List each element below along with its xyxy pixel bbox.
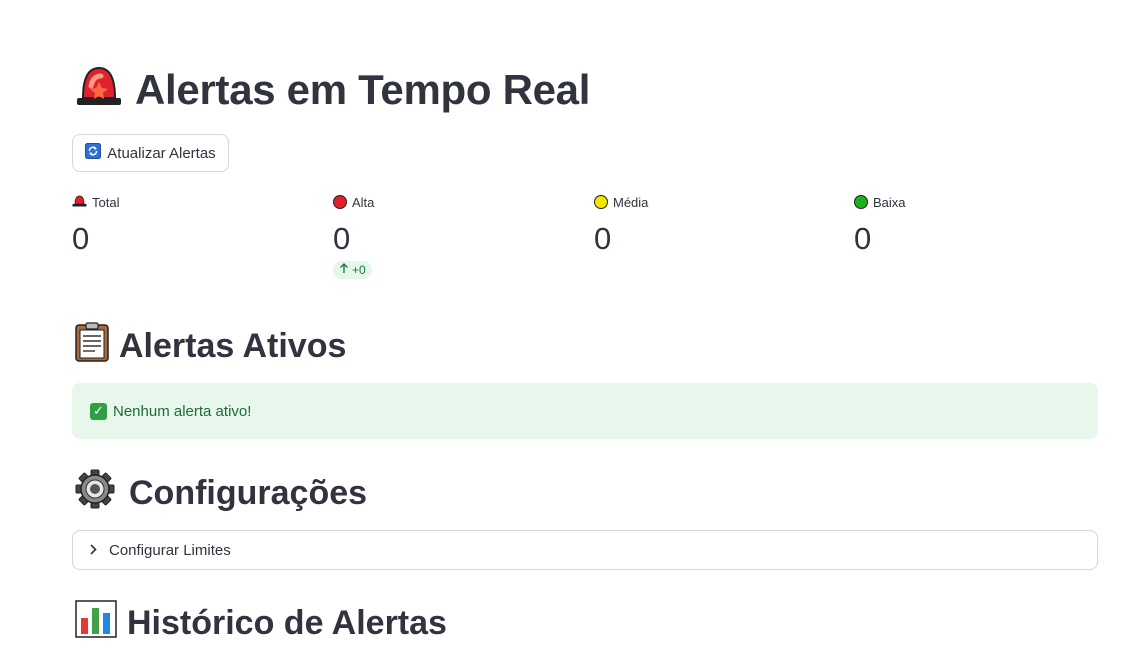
metric-low-label: Baixa — [873, 194, 906, 210]
alerts-page: Alertas em Tempo Real Atualizar Alertas … — [0, 0, 1141, 667]
metric-high: Alta 0 +0 — [333, 193, 374, 279]
no-active-alerts-text: Nenhum alerta ativo! — [113, 402, 252, 420]
metric-total: Total 0 — [72, 193, 119, 257]
gear-icon — [75, 469, 115, 518]
configure-limits-expander[interactable]: Configurar Limites — [72, 530, 1098, 570]
configure-limits-label: Configurar Limites — [109, 541, 231, 559]
siren-icon — [75, 64, 123, 116]
history-title: Histórico de Alertas — [127, 604, 447, 642]
metric-high-value: 0 — [333, 221, 351, 256]
metric-high-delta-value: +0 — [352, 263, 366, 277]
check-mark-icon: ✓ — [90, 402, 107, 420]
clipboard-icon — [75, 322, 109, 371]
metric-total-value: 0 — [72, 221, 90, 256]
bar-chart-icon — [75, 600, 117, 647]
red-circle-icon — [333, 195, 347, 209]
metric-low: Baixa 0 — [854, 193, 906, 257]
metric-high-label: Alta — [352, 194, 375, 210]
metric-total-label: Total — [92, 194, 120, 210]
siren-icon — [72, 195, 87, 210]
page-title-text: Alertas em Tempo Real — [135, 66, 591, 113]
arrow-up-icon — [339, 263, 349, 277]
config-heading: Configurações — [75, 469, 367, 518]
metric-medium-label: Média — [613, 194, 649, 210]
metric-high-delta: +0 — [333, 261, 372, 279]
metric-medium-value: 0 — [594, 221, 612, 256]
refresh-icon — [85, 143, 102, 163]
config-title: Configurações — [129, 474, 368, 512]
history-heading: Histórico de Alertas — [75, 600, 447, 647]
yellow-circle-icon — [594, 195, 608, 209]
chevron-right-icon — [89, 543, 97, 558]
active-alerts-title: Alertas Ativos — [119, 327, 347, 365]
active-alerts-heading: Alertas Ativos — [75, 322, 346, 371]
refresh-alerts-label: Atualizar Alertas — [107, 144, 216, 162]
metric-medium: Média 0 — [594, 193, 648, 257]
metric-low-value: 0 — [854, 221, 872, 256]
green-circle-icon — [854, 195, 868, 209]
no-active-alerts-message: ✓ Nenhum alerta ativo! — [72, 383, 1098, 439]
page-title: Alertas em Tempo Real — [75, 64, 590, 116]
refresh-alerts-button[interactable]: Atualizar Alertas — [72, 134, 229, 172]
